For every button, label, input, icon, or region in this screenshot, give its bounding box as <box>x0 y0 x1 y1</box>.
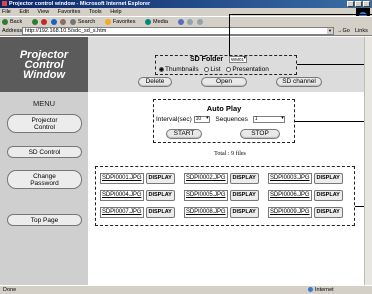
file-item: SDPI0003.JPG DISPLAY <box>268 172 343 185</box>
file-item: SDPI0002.JPG DISPLAY <box>184 172 259 185</box>
file-item: SDPI0001.JPG DISPLAY <box>100 172 175 185</box>
sidebar-item-change-password[interactable]: Change Password <box>7 170 82 189</box>
address-input[interactable]: http://192.168.10.5/sdc_sd_s.htm ▼ <box>22 27 334 35</box>
window-title: Projector control window - Microsoft Int… <box>9 1 151 7</box>
file-item: SDPI0008.JPG DISPLAY <box>184 206 259 219</box>
presentation-radio[interactable] <box>226 66 232 72</box>
open-button[interactable]: Open <box>201 77 247 87</box>
media-icon <box>145 18 152 25</box>
go-button[interactable]: →Go <box>337 26 350 36</box>
callout-line <box>229 14 372 15</box>
display-button[interactable]: DISPLAY <box>313 173 343 184</box>
maximize-button[interactable] <box>355 1 362 7</box>
address-bar: Address http://192.168.10.5/sdc_sd_s.htm… <box>0 26 372 36</box>
stop-button[interactable]: STOP <box>240 129 280 139</box>
history-icon[interactable] <box>177 18 184 25</box>
sd-folder-label: SD Folder <box>190 56 224 63</box>
file-name-link[interactable]: SDPI0008.JPG <box>184 207 228 218</box>
logo-panel: Projector Control Window <box>0 37 88 92</box>
display-button[interactable]: DISPLAY <box>229 190 259 201</box>
file-name-link[interactable]: SDPI0004.JPG <box>100 190 144 201</box>
internet-globe-icon <box>308 287 313 293</box>
display-button[interactable]: DISPLAY <box>313 190 343 201</box>
forward-arrow-icon[interactable] <box>31 18 38 25</box>
search-icon <box>69 18 76 25</box>
file-item: SDPI0009.JPG DISPLAY <box>268 206 343 219</box>
menu-favorites[interactable]: Favorites <box>58 9 81 15</box>
home-icon[interactable] <box>60 18 67 25</box>
print-icon[interactable] <box>196 18 203 25</box>
total-files-text: Total : 9 files <box>214 151 246 157</box>
file-name-link[interactable]: SDPI0001.JPG <box>100 173 144 184</box>
sidebar-item-projector-control[interactable]: Projector Control <box>7 114 82 133</box>
ie-app-icon <box>2 1 7 7</box>
file-item: SDPI0007.JPG DISPLAY <box>100 206 175 219</box>
menu-tools[interactable]: Tools <box>89 9 102 15</box>
file-name-link[interactable]: SDPI0005.JPG <box>184 190 228 201</box>
file-name-link[interactable]: SDPI0009.JPG <box>268 207 312 218</box>
address-label: Address <box>2 28 23 34</box>
window-controls <box>347 1 370 7</box>
view-mode-radios: Thumbnails List Presentation <box>159 66 273 73</box>
file-name-link[interactable]: SDPI0002.JPG <box>184 173 228 184</box>
delete-button[interactable]: Delete <box>138 77 172 87</box>
security-zone: Internet <box>308 286 334 294</box>
start-button[interactable]: START <box>166 129 202 139</box>
sidebar-item-sd-control[interactable]: SD Control <box>7 146 82 158</box>
sidebar-title: MENU <box>32 99 56 108</box>
file-name-link[interactable]: SDPI0006.JPG <box>268 190 312 201</box>
links-button[interactable]: Links <box>355 26 368 36</box>
file-item: SDPI0005.JPG DISPLAY <box>184 189 259 202</box>
minimize-button[interactable] <box>347 1 354 7</box>
display-button[interactable]: DISPLAY <box>145 207 175 218</box>
auto-play-settings: Interval(sec) 10 Sequences 1 <box>156 116 285 123</box>
display-button[interactable]: DISPLAY <box>145 173 175 184</box>
back-button[interactable]: Back <box>2 18 26 25</box>
projector-control-window-logo: Projector Control Window <box>19 49 69 81</box>
interval-select[interactable]: 10 <box>193 116 210 123</box>
status-text: Done <box>3 287 17 293</box>
list-radio[interactable] <box>204 66 210 72</box>
favorites-button[interactable]: Favorites <box>104 18 140 25</box>
sd-channel-button[interactable]: SD channel <box>276 77 322 87</box>
vertical-scrollbar[interactable] <box>364 37 372 285</box>
display-button[interactable]: DISPLAY <box>229 207 259 218</box>
menu-help[interactable]: Help <box>110 9 121 15</box>
file-name-link[interactable]: SDPI0007.JPG <box>100 207 144 218</box>
sequences-select[interactable]: 1 <box>252 116 285 123</box>
file-item: SDPI0006.JPG DISPLAY <box>268 189 343 202</box>
display-button[interactable]: DISPLAY <box>145 190 175 201</box>
menu-view[interactable]: View <box>37 9 49 15</box>
address-dropdown-icon[interactable]: ▼ <box>327 28 333 34</box>
callout-line <box>229 14 230 56</box>
file-name-link[interactable]: SDPI0003.JPG <box>268 173 312 184</box>
mail-icon[interactable] <box>187 18 194 25</box>
close-button[interactable] <box>363 1 370 7</box>
media-button[interactable]: Media <box>145 18 172 25</box>
search-button[interactable]: Search <box>69 18 99 25</box>
browser-toolbar: Back Search Favorites Media <box>0 16 372 26</box>
favorites-star-icon <box>104 18 111 25</box>
stop-icon[interactable] <box>41 18 48 25</box>
refresh-icon[interactable] <box>50 18 57 25</box>
file-item: SDPI0004.JPG DISPLAY <box>100 189 175 202</box>
display-button[interactable]: DISPLAY <box>229 173 259 184</box>
display-button[interactable]: DISPLAY <box>313 207 343 218</box>
thumbnails-radio[interactable] <box>159 66 164 72</box>
sidebar-item-top-page[interactable]: Top Page <box>7 214 82 226</box>
window-title-bar: Projector control window - Microsoft Int… <box>0 0 372 8</box>
menu-file[interactable]: File <box>2 9 11 15</box>
sd-folder-select[interactable]: WM01 <box>229 56 247 63</box>
menu-edit[interactable]: Edit <box>19 9 28 15</box>
callout-line <box>295 121 372 122</box>
callout-line <box>297 64 372 65</box>
status-bar: Done Internet <box>0 285 372 294</box>
address-url: http://192.168.10.5/sdc_sd_s.htm <box>25 28 107 34</box>
back-arrow-icon <box>2 18 8 25</box>
auto-play-title: Auto Play <box>206 104 242 113</box>
